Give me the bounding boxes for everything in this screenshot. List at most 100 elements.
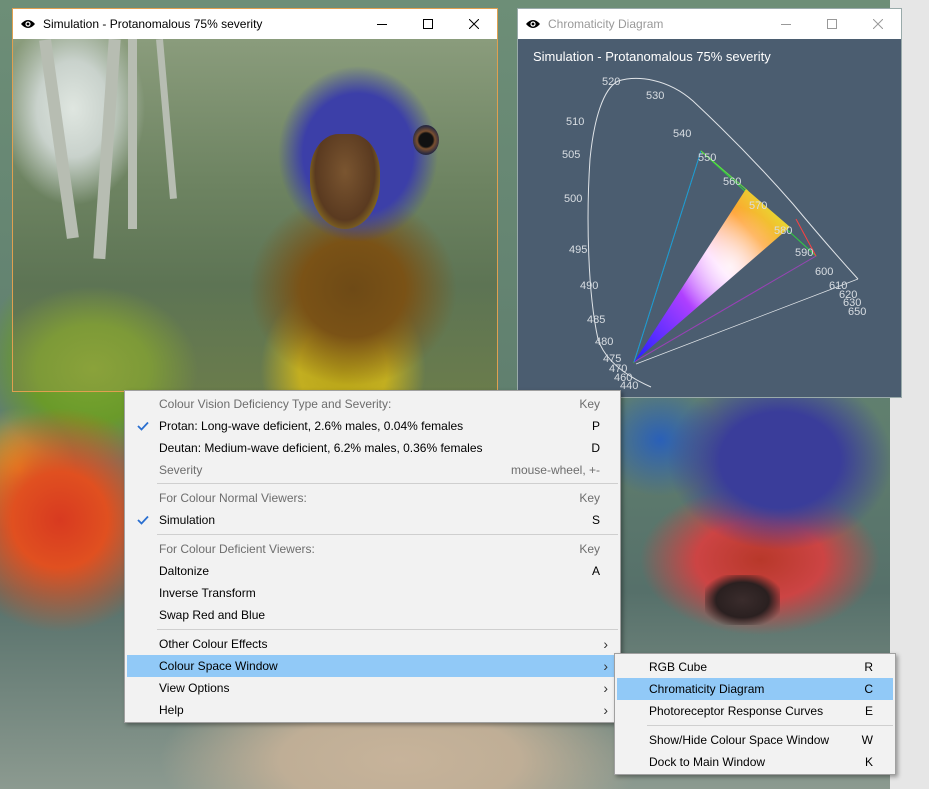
menu-item-label: For Colour Normal Viewers: xyxy=(159,491,307,505)
menu-item-label: Simulation xyxy=(159,513,216,527)
menu-item-label: Help xyxy=(159,703,184,717)
minimize-button[interactable] xyxy=(359,9,405,39)
wavelength-label: 560 xyxy=(723,176,741,188)
submenu-item-shortcut: W xyxy=(861,733,873,747)
menu-item-label: Severity xyxy=(159,463,203,477)
menu-item-label: Protan: Long-wave deficient, 2.6% males,… xyxy=(159,419,464,433)
chevron-right-icon: › xyxy=(603,680,608,696)
minimize-icon xyxy=(377,24,387,25)
wavelength-label: 495 xyxy=(569,244,587,256)
submenu-item-rgb-cube[interactable]: RGB Cube R xyxy=(617,656,893,678)
parrot-eye xyxy=(413,125,439,155)
eye-icon xyxy=(518,9,548,39)
simulated-photo xyxy=(13,39,497,391)
simulation-titlebar[interactable]: Simulation - Protanomalous 75% severity xyxy=(13,9,497,39)
simulation-title: Simulation - Protanomalous 75% severity xyxy=(43,17,263,31)
menu-item-shortcut: mouse-wheel, +- xyxy=(510,463,600,477)
submenu-item-shortcut: R xyxy=(864,660,873,674)
menu-item-label: Colour Vision Deficiency Type and Severi… xyxy=(159,397,392,411)
wavelength-label: 570 xyxy=(749,200,767,212)
menu-item-severity: Severity mouse-wheel, +- xyxy=(127,459,618,481)
wavelength-label: 480 xyxy=(595,336,613,348)
parrot-beak xyxy=(310,134,380,229)
minimize-icon xyxy=(781,24,791,25)
chromaticity-window[interactable]: Chromaticity Diagram 440 460 470 475 480… xyxy=(517,8,902,398)
minimize-button[interactable] xyxy=(763,9,809,39)
wavelength-label: 550 xyxy=(698,152,716,164)
wavelength-label: 540 xyxy=(673,128,691,140)
submenu-item-photoreceptor-response-curves[interactable]: Photoreceptor Response Curves E xyxy=(617,700,893,722)
chromaticity-caption: Simulation - Protanomalous 75% severity xyxy=(533,49,771,64)
wavelength-label: 500 xyxy=(564,193,582,205)
menu-item-colour-vision-deficiency-type-and-severity: Colour Vision Deficiency Type and Severi… xyxy=(127,393,618,415)
chromaticity-title: Chromaticity Diagram xyxy=(548,17,664,31)
checkmark-icon xyxy=(127,515,159,525)
menu-separator xyxy=(157,534,618,535)
submenu-item-label: Dock to Main Window xyxy=(649,755,766,769)
chevron-right-icon: › xyxy=(603,658,608,674)
close-icon xyxy=(873,19,883,29)
colour-space-submenu[interactable]: RGB Cube R Chromaticity Diagram C Photorecep… xyxy=(614,653,896,775)
submenu-item-chromaticity-diagram[interactable]: Chromaticity Diagram C xyxy=(617,678,893,700)
menu-item-help[interactable]: Help › xyxy=(127,699,618,721)
maximize-button[interactable] xyxy=(405,9,451,39)
menu-separator xyxy=(157,483,618,484)
maximize-icon xyxy=(423,19,433,29)
menu-item-label: Colour Space Window xyxy=(159,659,278,673)
chromaticity-titlebar[interactable]: Chromaticity Diagram xyxy=(518,9,901,39)
submenu-item-label: Photoreceptor Response Curves xyxy=(649,704,824,718)
menu-item-deutan-medium-wave-deficient-6-2-males-0-36-females[interactable]: Deutan: Medium-wave deficient, 6.2% male… xyxy=(127,437,618,459)
close-button[interactable] xyxy=(451,9,497,39)
background-branch xyxy=(705,575,780,625)
menu-separator xyxy=(157,629,618,630)
submenu-item-show-hide-colour-space-window[interactable]: Show/Hide Colour Space Window W xyxy=(617,729,893,751)
menu-item-for-colour-deficient-viewers: For Colour Deficient Viewers: Key xyxy=(127,538,618,560)
maximize-button[interactable] xyxy=(809,9,855,39)
context-menu[interactable]: Colour Vision Deficiency Type and Severi… xyxy=(124,390,621,723)
menu-item-swap-red-and-blue[interactable]: Swap Red and Blue xyxy=(127,604,618,626)
menu-item-label: Daltonize xyxy=(159,564,210,578)
tree-trunk xyxy=(128,39,137,229)
menu-item-protan-long-wave-deficient-2-6-males-0-04-females[interactable]: Protan: Long-wave deficient, 2.6% males,… xyxy=(127,415,618,437)
menu-item-view-options[interactable]: View Options › xyxy=(127,677,618,699)
submenu-item-dock-to-main-window[interactable]: Dock to Main Window K xyxy=(617,751,893,773)
submenu-item-shortcut: K xyxy=(864,755,873,769)
chromaticity-plot: 4404604704754804854904955005055105205305… xyxy=(562,76,866,392)
wavelength-label: 475 xyxy=(603,353,621,365)
wavelength-label: 590 xyxy=(795,247,813,259)
close-button[interactable] xyxy=(855,9,901,39)
maximize-icon xyxy=(827,19,837,29)
menu-item-shortcut: A xyxy=(591,564,600,578)
menu-separator xyxy=(647,725,893,726)
deficient-gamut-glow xyxy=(634,189,790,362)
menu-item-daltonize[interactable]: Daltonize A xyxy=(127,560,618,582)
menu-item-inverse-transform[interactable]: Inverse Transform xyxy=(127,582,618,604)
submenu-item-shortcut: E xyxy=(864,704,873,718)
menu-item-shortcut: P xyxy=(591,419,600,433)
menu-item-for-colour-normal-viewers: For Colour Normal Viewers: Key xyxy=(127,487,618,509)
wavelength-label: 530 xyxy=(646,90,664,102)
wavelength-label: 650 xyxy=(848,306,866,318)
submenu-item-shortcut: C xyxy=(864,682,873,696)
menu-item-shortcut: Key xyxy=(579,491,600,505)
menu-item-label: Inverse Transform xyxy=(159,586,256,600)
simulation-window[interactable]: Simulation - Protanomalous 75% severity xyxy=(12,8,498,392)
wavelength-label: 485 xyxy=(587,314,605,326)
menu-item-shortcut: D xyxy=(591,441,600,455)
submenu-item-label: RGB Cube xyxy=(649,660,708,674)
wavelength-label: 520 xyxy=(602,76,620,88)
menu-item-shortcut: Key xyxy=(579,542,600,556)
menu-item-simulation[interactable]: Simulation S xyxy=(127,509,618,531)
chromaticity-diagram: 440 460 470 475 480 485 490 495 500 505 510 520 530 5… xyxy=(518,39,901,397)
menu-item-other-colour-effects[interactable]: Other Colour Effects › xyxy=(127,633,618,655)
menu-item-label: Swap Red and Blue xyxy=(159,608,266,622)
menu-item-colour-space-window[interactable]: Colour Space Window › xyxy=(127,655,618,677)
chevron-right-icon: › xyxy=(603,702,608,718)
eye-icon xyxy=(13,9,43,39)
wavelength-label: 505 xyxy=(562,149,580,161)
menu-item-label: Other Colour Effects xyxy=(159,637,268,651)
menu-item-shortcut: Key xyxy=(579,397,600,411)
wavelength-label: 600 xyxy=(815,266,833,278)
close-icon xyxy=(469,19,479,29)
tree-trunk xyxy=(156,39,177,200)
